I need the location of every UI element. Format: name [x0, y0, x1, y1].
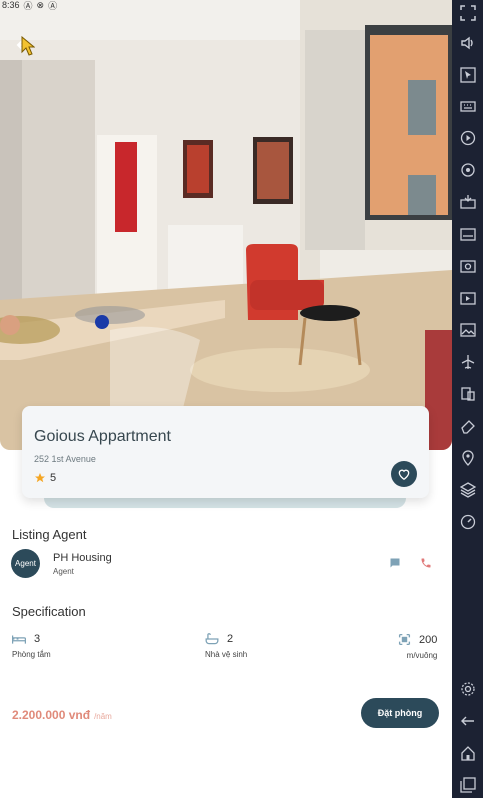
spec-bathrooms: 2 Nhà vệ sinh — [205, 633, 247, 659]
volume-icon[interactable] — [458, 33, 478, 53]
listing-title: Goious Appartment — [34, 428, 171, 445]
agent-role: Agent — [53, 567, 74, 576]
apartment-photo: 8:36 Ⓐ ⊗ Ⓐ — [0, 0, 452, 450]
specification-heading: Specification — [12, 604, 86, 619]
listing-rating: 5 — [34, 472, 56, 484]
call-button[interactable] — [419, 556, 433, 570]
price-unit: /năm — [94, 712, 112, 721]
agent-name: PH Housing — [53, 552, 112, 564]
favorite-button[interactable] — [391, 461, 417, 487]
settings-icon[interactable] — [458, 679, 478, 699]
book-button[interactable]: Đặt phòng — [361, 698, 439, 728]
layers-icon[interactable] — [458, 480, 478, 500]
spec-label: Phòng tắm — [12, 650, 51, 659]
spec-label: m/vuông — [406, 651, 438, 660]
price: 2.200.000 vnđ/năm — [12, 708, 112, 722]
back-button[interactable] — [8, 30, 38, 60]
speed-icon[interactable] — [458, 512, 478, 532]
emulator-toolbar — [452, 0, 483, 798]
screenshot-icon[interactable] — [458, 256, 478, 276]
location-icon[interactable] — [458, 448, 478, 468]
spec-value: 200 — [419, 633, 438, 646]
listing-agent-heading: Listing Agent — [12, 527, 87, 542]
listing-address: 252 1st Avenue — [34, 454, 96, 464]
app-a-icon: Ⓐ — [23, 0, 33, 11]
bed-icon — [12, 635, 26, 644]
app-screen: 8:36 Ⓐ ⊗ Ⓐ Goious Appartment 252 1st Ave… — [0, 0, 452, 798]
phone-icon — [421, 558, 431, 568]
recents-icon[interactable] — [458, 775, 478, 795]
agent-avatar[interactable]: Agent — [11, 549, 40, 578]
apk-install-icon[interactable] — [458, 192, 478, 212]
app-a2-icon: Ⓐ — [48, 0, 58, 11]
area-icon — [398, 633, 411, 646]
keyboard-icon[interactable] — [458, 96, 478, 116]
cursor-pointer-icon — [21, 36, 35, 56]
spec-value: 2 — [227, 633, 234, 645]
rating-value: 5 — [50, 472, 57, 484]
status-bar: 8:36 Ⓐ ⊗ Ⓐ — [0, 0, 58, 11]
multi-instance-icon[interactable] — [458, 384, 478, 404]
home-icon[interactable] — [458, 743, 478, 763]
bathtub-icon — [205, 633, 219, 645]
star-icon — [35, 473, 45, 483]
record-icon[interactable] — [458, 128, 478, 148]
spec-area: 200 m/vuông — [398, 633, 437, 660]
screen-record-icon[interactable] — [458, 288, 478, 308]
spec-bedrooms: 3 Phòng tắm — [12, 633, 51, 659]
gallery-icon[interactable] — [458, 320, 478, 340]
pointer-icon[interactable] — [458, 65, 478, 85]
heart-icon — [398, 469, 410, 481]
spec-value: 3 — [34, 633, 41, 645]
chat-icon — [390, 558, 400, 568]
spec-label: Nhà vệ sinh — [205, 650, 248, 659]
listing-card: Goious Appartment 252 1st Avenue 5 — [22, 406, 429, 498]
airplane-icon[interactable] — [458, 352, 478, 372]
price-amount: 2.200.000 vnđ — [12, 708, 91, 722]
back-icon[interactable] — [458, 711, 478, 731]
eraser-icon[interactable] — [458, 416, 478, 436]
app-x-icon: ⊗ — [36, 0, 45, 10]
fullscreen-icon[interactable] — [458, 3, 478, 23]
apk-icon[interactable] — [458, 224, 478, 244]
rotate-icon[interactable] — [458, 160, 478, 180]
status-time: 8:36 — [2, 0, 20, 10]
message-button[interactable] — [388, 556, 402, 570]
